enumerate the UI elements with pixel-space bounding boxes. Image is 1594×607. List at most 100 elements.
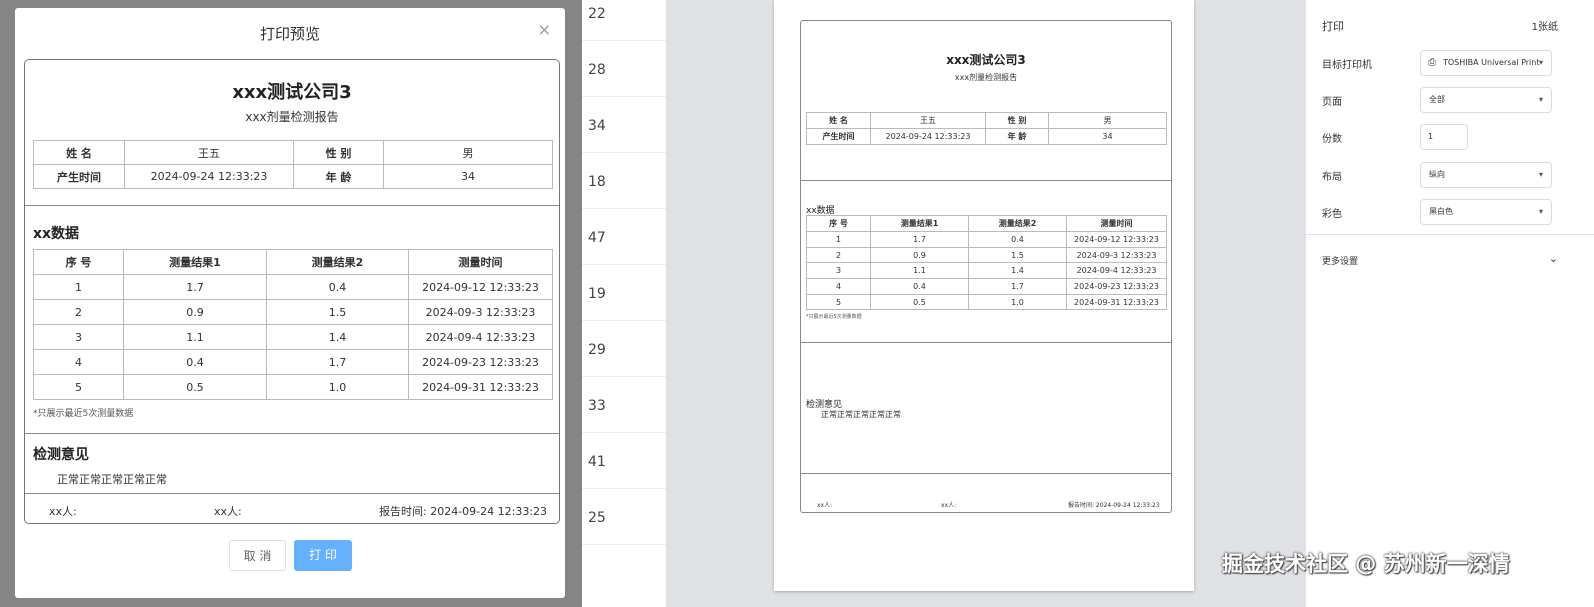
- data-section-title: xx数据: [33, 226, 80, 242]
- divider: [25, 493, 559, 494]
- gender-value: 男: [1048, 112, 1167, 129]
- row-number: 22: [588, 6, 606, 22]
- divider: [25, 205, 559, 206]
- preview-info-table: 姓 名 王五 性 别 男 产生时间 2024-09-24 12:33:23 年 …: [806, 112, 1167, 145]
- cell: 1.1: [123, 324, 267, 350]
- row-number: 47: [588, 230, 606, 246]
- print-preview-dialog: 打印预览 × xxx测试公司3 xxx剂量检测报告 姓 名 王五 性 别 男 产…: [15, 8, 565, 598]
- close-icon[interactable]: ×: [538, 20, 551, 39]
- measurement-table: 序 号 测量结果1 测量结果2 测量时间 1 1.7 0.4 2024-09-12 1…: [33, 249, 553, 400]
- copies-label: 份数: [1322, 134, 1342, 145]
- cell: 1.0: [968, 293, 1067, 311]
- cell: 1: [33, 274, 124, 300]
- name-label: 姓 名: [33, 140, 125, 165]
- cell: 0.4: [266, 274, 409, 300]
- pages-select[interactable]: 全部 ▾: [1420, 87, 1552, 113]
- row-divider: [582, 432, 666, 433]
- report-subtitle: xxx剂量检测报告: [245, 110, 339, 124]
- expand-icon[interactable]: ⌄: [1549, 252, 1558, 265]
- row-number: 33: [588, 398, 606, 414]
- row-divider: [582, 544, 666, 545]
- row-number: 19: [588, 286, 606, 302]
- printer-select[interactable]: ⎙ TOSHIBA Universal Print ▾: [1420, 50, 1552, 76]
- cell: 1.4: [968, 262, 1067, 280]
- cell: 0.5: [123, 374, 267, 400]
- row-number: 29: [588, 342, 606, 358]
- printer-icon: ⎙: [1428, 57, 1436, 68]
- cell: 4: [806, 278, 871, 295]
- column-header: 测量时间: [408, 249, 553, 275]
- name-value: 王五: [870, 112, 986, 129]
- row-divider: [582, 40, 666, 41]
- cell: 2: [33, 299, 124, 325]
- table-row: 5 0.5 1.0 2024-09-31 12:33:23: [33, 374, 553, 400]
- gender-value: 男: [383, 140, 553, 165]
- cell: 2024-09-12 12:33:23: [408, 274, 553, 300]
- divider: [801, 473, 1171, 474]
- row-divider: [582, 96, 666, 97]
- cell: 3: [33, 324, 124, 350]
- more-settings-toggle[interactable]: 更多设置: [1322, 254, 1358, 267]
- cell: 0.4: [968, 231, 1067, 248]
- color-value: 黑白色: [1429, 207, 1453, 216]
- preview-company-name: xxx测试公司3: [946, 53, 1026, 67]
- cell: 1.5: [266, 299, 409, 325]
- watermark: 掘金技术社区 @ 苏州新一深情: [1222, 552, 1510, 576]
- color-select[interactable]: 黑白色 ▾: [1420, 199, 1552, 225]
- print-settings-panel: 打印 1张纸 目标打印机 ⎙ TOSHIBA Universal Print ▾…: [1306, 0, 1594, 607]
- print-settings-title: 打印: [1322, 20, 1344, 33]
- column-header: 序 号: [33, 249, 124, 275]
- print-button[interactable]: 打 印: [294, 540, 352, 571]
- footer-person2: xx人:: [214, 505, 242, 518]
- cell: 2024-09-31 12:33:23: [408, 374, 553, 400]
- cell: 2024-09-23 12:33:23: [408, 349, 553, 375]
- preview-footer-person2: xx人:: [941, 502, 957, 509]
- copies-input[interactable]: 1: [1420, 124, 1468, 150]
- row-divider: [582, 376, 666, 377]
- column-header: 测量结果1: [870, 215, 969, 232]
- preview-page: xxx测试公司3 xxx剂量检测报告 姓 名 王五 性 别 男 产生时间 202…: [774, 0, 1194, 591]
- color-label: 彩色: [1322, 209, 1342, 220]
- time-label: 产生时间: [33, 164, 125, 189]
- cell: 2024-09-3 12:33:23: [408, 299, 553, 325]
- cell: 4: [33, 349, 124, 375]
- cell: 1.7: [870, 231, 969, 248]
- cell: 1.4: [266, 324, 409, 350]
- preview-measurement-table: 序 号 测量结果1 测量结果2 测量时间 1 1.7 0.4 2024-09-12 1…: [806, 215, 1167, 311]
- sheet-count: 1张纸: [1531, 22, 1558, 33]
- cell: 2024-09-12 12:33:23: [1066, 231, 1167, 248]
- cell: 5: [806, 293, 871, 311]
- age-label: 年 龄: [293, 164, 384, 189]
- cell: 0.5: [870, 293, 969, 311]
- preview-opinion-text: 正常正常正常正常正常: [821, 410, 901, 419]
- cell: 1: [806, 231, 871, 248]
- pages-value: 全部: [1429, 95, 1445, 104]
- cell: 0.9: [123, 299, 267, 325]
- cell: 2024-09-31 12:33:23: [1066, 293, 1167, 311]
- cell: 2024-09-23 12:33:23: [1066, 278, 1167, 295]
- name-label: 姓 名: [806, 112, 871, 129]
- layout-select[interactable]: 纵向 ▾: [1420, 162, 1552, 188]
- chevron-down-icon: ▾: [1538, 170, 1543, 179]
- cell: 1.7: [266, 349, 409, 375]
- divider: [25, 433, 559, 434]
- table-row: 1 1.7 0.4 2024-09-12 12:33:23: [806, 231, 1167, 248]
- patient-info-table: 姓 名 王五 性 别 男 产生时间 2024-09-24 12:33:23 年 …: [33, 140, 553, 189]
- row-divider: [582, 208, 666, 209]
- cancel-button[interactable]: 取 消: [229, 540, 286, 571]
- table-row: 2 0.9 1.5 2024-09-3 12:33:23: [33, 299, 553, 325]
- table-row: 2 0.9 1.5 2024-09-3 12:33:23: [806, 246, 1167, 264]
- preview-footer-report-time: 报告时间: 2024-09-24 12:33:23: [1068, 502, 1160, 509]
- screen: 22 28 34 18 47 19 29 33 41 25 打印预览 × xxx…: [0, 0, 1594, 607]
- cell: 3: [806, 262, 871, 280]
- gender-label: 性 别: [293, 140, 384, 165]
- preview-report: xxx测试公司3 xxx剂量检测报告 姓 名 王五 性 别 男 产生时间 202…: [800, 20, 1172, 513]
- table-row: 3 1.1 1.4 2024-09-4 12:33:23: [806, 262, 1167, 280]
- column-header: 测量结果1: [123, 249, 267, 275]
- table-row: 5 0.5 1.0 2024-09-31 12:33:23: [806, 293, 1167, 311]
- layout-value: 纵向: [1429, 170, 1445, 179]
- divider: [1306, 234, 1594, 235]
- cell: 0.4: [870, 278, 969, 295]
- cell: 2024-09-3 12:33:23: [1066, 246, 1167, 264]
- row-number: 41: [588, 454, 606, 470]
